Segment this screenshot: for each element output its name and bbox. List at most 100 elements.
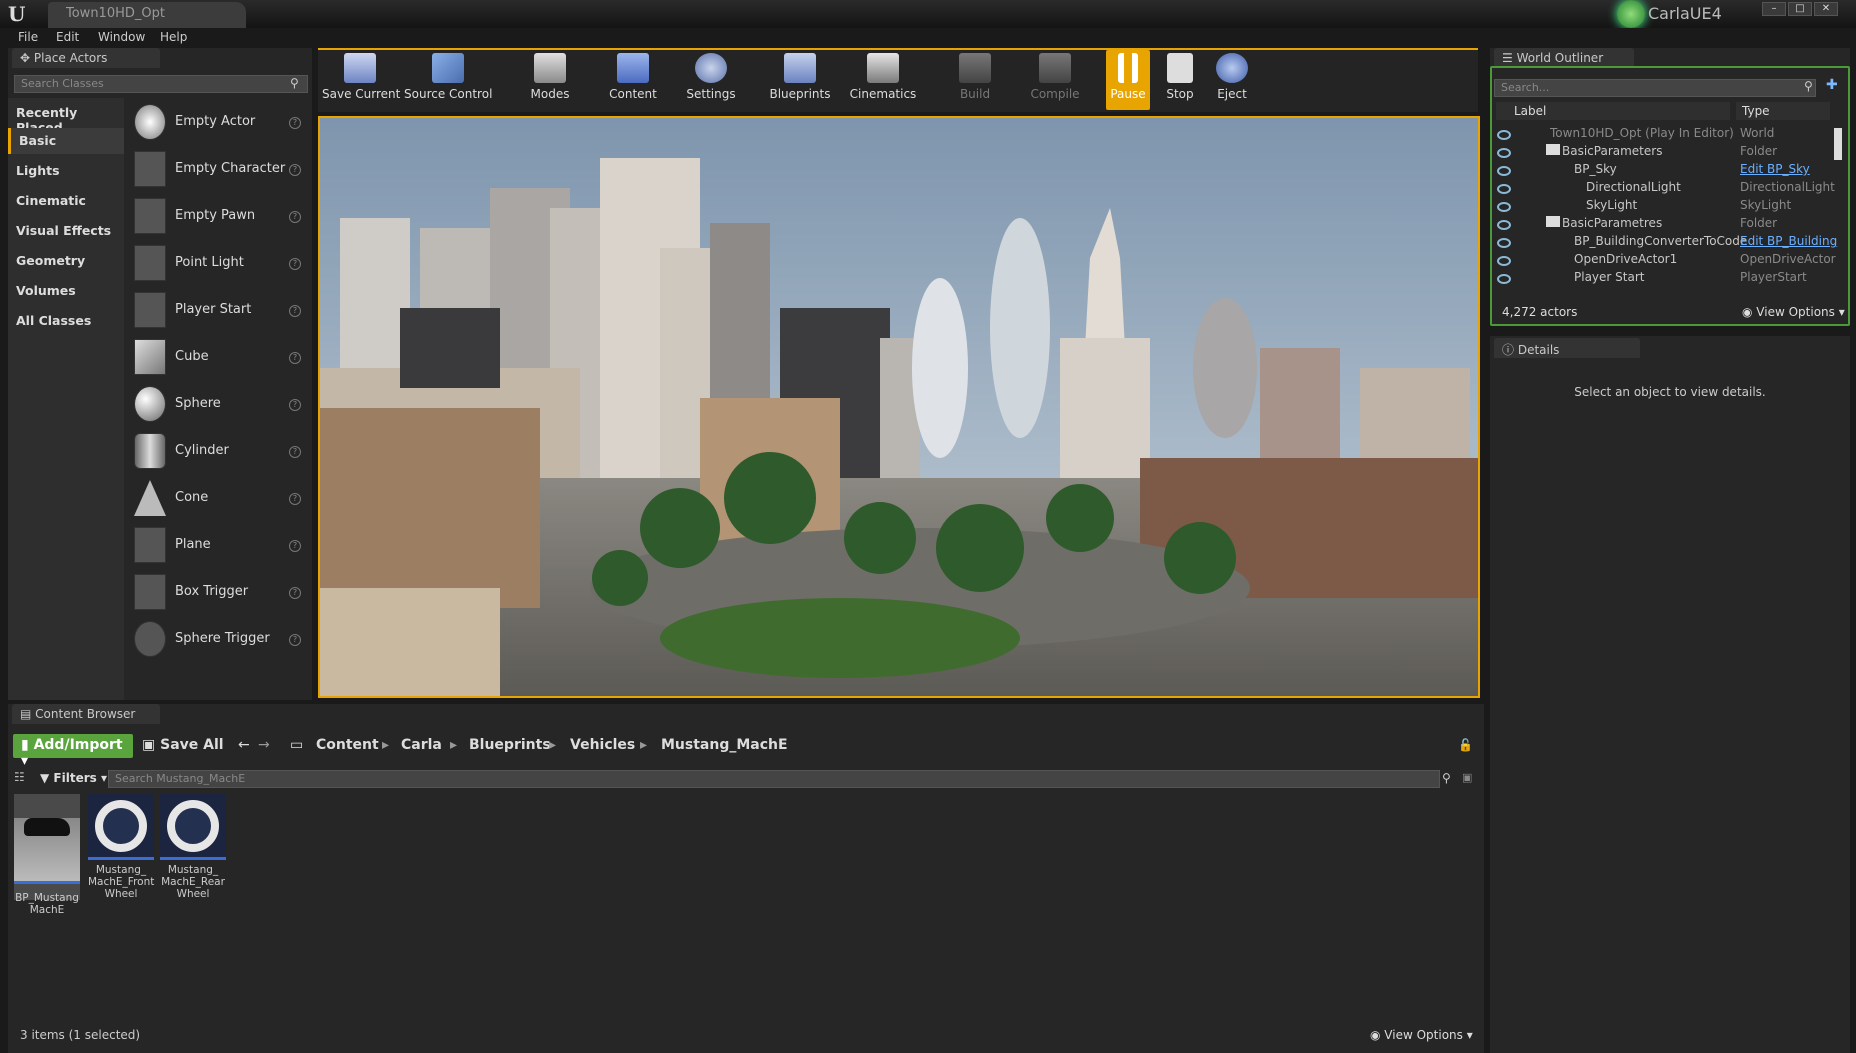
asset-rear-wheel[interactable]: Mustang_ MachE_Rear Wheel (160, 794, 226, 900)
add-import-button[interactable]: ▮ Add/Import ▾ (13, 734, 133, 769)
outliner-row-skylight[interactable]: SkyLight (1586, 198, 1856, 216)
save-current-button[interactable]: Save Current (322, 50, 400, 110)
visibility-eye-icon[interactable] (1497, 238, 1511, 248)
actor-plane[interactable]: Plane (175, 537, 211, 552)
filters-button[interactable]: ▼ Filters ▾ (40, 771, 107, 785)
details-tab[interactable]: ⓘ Details (1494, 338, 1640, 358)
outliner-row-world[interactable]: Town10HD_Opt (Play In Editor) (1550, 126, 1856, 144)
sources-toggle-icon[interactable]: ☷ (14, 770, 25, 784)
search-icon[interactable]: ⚲ (1804, 79, 1813, 93)
actor-empty-character[interactable]: Empty Character (175, 161, 285, 176)
actor-box-trigger[interactable]: Box Trigger (175, 584, 248, 599)
settings-button[interactable]: Settings (680, 50, 742, 110)
help-icon[interactable]: ? (289, 305, 301, 317)
actor-sphere-trigger[interactable]: Sphere Trigger (175, 631, 270, 646)
outliner-row-folder[interactable]: BasicParameters (1562, 144, 1856, 162)
actor-cube[interactable]: Cube (175, 349, 209, 364)
breadcrumb-vehicles[interactable]: Vehicles (570, 737, 635, 753)
help-icon[interactable]: ? (289, 211, 301, 223)
help-icon[interactable]: ? (289, 587, 301, 599)
visibility-eye-icon[interactable] (1497, 256, 1511, 266)
forward-arrow-icon[interactable]: → (258, 737, 270, 753)
save-search-icon[interactable]: ▣ (1462, 771, 1472, 784)
outliner-row-player-start[interactable]: Player Start (1574, 270, 1856, 288)
category-geometry[interactable]: Geometry (8, 248, 124, 274)
content-browser-tab[interactable]: ▤ Content Browser (12, 704, 160, 724)
minimize-icon[interactable]: – (1762, 2, 1786, 16)
category-lights[interactable]: Lights (8, 158, 124, 184)
actor-sphere[interactable]: Sphere (175, 396, 221, 411)
help-icon[interactable]: ? (289, 399, 301, 411)
category-basic[interactable]: Basic (8, 128, 124, 154)
category-cinematic[interactable]: Cinematic (8, 188, 124, 214)
actor-player-start[interactable]: Player Start (175, 302, 251, 317)
actor-cone[interactable]: Cone (175, 490, 208, 505)
close-icon[interactable]: ✕ (1814, 2, 1838, 16)
build-button[interactable]: Build (950, 50, 1000, 110)
visibility-eye-icon[interactable] (1497, 202, 1511, 212)
actor-point-light[interactable]: Point Light (175, 255, 244, 270)
outliner-row-bp-sky[interactable]: BP_Sky (1574, 162, 1856, 180)
outliner-scrollbar[interactable] (1834, 128, 1842, 160)
actor-empty-pawn[interactable]: Empty Pawn (175, 208, 255, 223)
content-search-input[interactable]: Search Mustang_MachE (108, 770, 1440, 788)
breadcrumb-blueprints[interactable]: Blueprints (469, 737, 551, 753)
eject-button[interactable]: Eject (1212, 50, 1252, 110)
level-tab[interactable]: Town10HD_Opt (48, 2, 246, 28)
menu-help[interactable]: Help (152, 28, 195, 48)
help-icon[interactable]: ? (289, 446, 301, 458)
lock-icon[interactable]: 🔓 (1458, 738, 1473, 752)
actor-empty-actor[interactable]: Empty Actor (175, 114, 255, 129)
pause-button[interactable]: Pause (1106, 50, 1150, 110)
modes-button[interactable]: Modes (522, 50, 578, 110)
edit-bp-building-link[interactable]: Edit BP_Building (1740, 234, 1837, 248)
category-all-classes[interactable]: All Classes (8, 308, 124, 334)
menu-window[interactable]: Window (90, 28, 153, 48)
content-view-options-button[interactable]: ◉ View Options ▾ (1370, 1028, 1473, 1042)
search-icon[interactable]: ⚲ (1442, 771, 1451, 785)
add-folder-icon[interactable]: ✚ (1826, 77, 1838, 93)
source-control-button[interactable]: Source Control (404, 50, 492, 110)
blueprints-button[interactable]: Blueprints (766, 50, 834, 110)
help-icon[interactable]: ? (289, 634, 301, 646)
save-all-button[interactable]: ▣ Save All (142, 737, 224, 753)
asset-bp-mustang-mache[interactable]: BP_Mustang MachE (14, 794, 80, 916)
outliner-view-options-button[interactable]: ◉ View Options ▾ (1742, 305, 1845, 319)
actor-cylinder[interactable]: Cylinder (175, 443, 229, 458)
menu-edit[interactable]: Edit (48, 28, 87, 48)
maximize-icon[interactable]: □ (1788, 2, 1812, 16)
edit-bp-sky-link[interactable]: Edit BP_Sky (1740, 162, 1810, 176)
visibility-eye-icon[interactable] (1497, 274, 1511, 284)
place-actors-search-input[interactable]: Search Classes (14, 75, 308, 93)
menu-file[interactable]: File (10, 28, 46, 48)
help-icon[interactable]: ? (289, 117, 301, 129)
cinematics-button[interactable]: Cinematics (846, 50, 920, 110)
outliner-search-input[interactable]: Search... (1494, 79, 1816, 97)
category-volumes[interactable]: Volumes (8, 278, 124, 304)
visibility-eye-icon[interactable] (1497, 148, 1511, 158)
help-icon[interactable]: ? (289, 493, 301, 505)
visibility-eye-icon[interactable] (1497, 166, 1511, 176)
visibility-eye-icon[interactable] (1497, 130, 1511, 140)
world-outliner-tab[interactable]: ☰ World Outliner (1494, 48, 1634, 68)
search-icon[interactable]: ⚲ (290, 76, 299, 90)
breadcrumb-content[interactable]: Content (316, 737, 379, 753)
column-label-header[interactable]: Label (1496, 102, 1730, 120)
help-icon[interactable]: ? (289, 258, 301, 270)
outliner-row-folder[interactable]: BasicParametres (1562, 216, 1856, 234)
place-actors-tab[interactable]: ✥ Place Actors (12, 48, 160, 68)
asset-front-wheel[interactable]: Mustang_ MachE_Front Wheel (88, 794, 154, 900)
help-icon[interactable]: ? (289, 540, 301, 552)
breadcrumb-carla[interactable]: Carla (401, 737, 442, 753)
content-button[interactable]: Content (604, 50, 662, 110)
level-viewport[interactable] (318, 116, 1480, 698)
category-visual-effects[interactable]: Visual Effects (8, 218, 124, 244)
category-recently-placed[interactable]: Recently Placed (8, 100, 124, 135)
back-arrow-icon[interactable]: ← (238, 737, 250, 753)
visibility-eye-icon[interactable] (1497, 220, 1511, 230)
column-type-header[interactable]: Type (1736, 102, 1830, 120)
help-icon[interactable]: ? (289, 352, 301, 364)
visibility-eye-icon[interactable] (1497, 184, 1511, 194)
breadcrumb-mustang-mache[interactable]: Mustang_MachE (661, 737, 788, 753)
help-icon[interactable]: ? (289, 164, 301, 176)
